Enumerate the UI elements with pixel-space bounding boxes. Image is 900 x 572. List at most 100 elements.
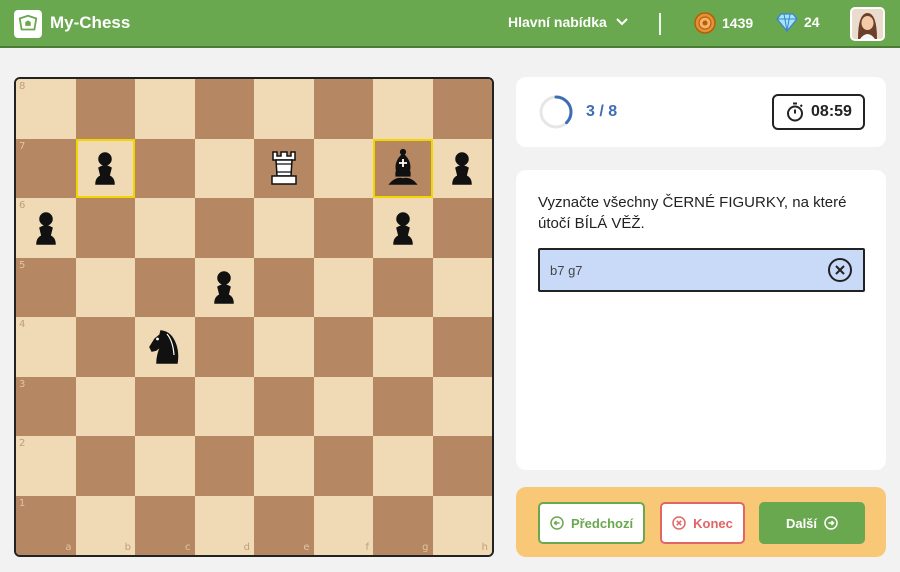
black-bishop-icon[interactable] <box>381 146 425 190</box>
square-b1[interactable]: b <box>75 495 135 555</box>
square-d3[interactable] <box>194 376 254 436</box>
square-b3[interactable] <box>75 376 135 436</box>
square-g5[interactable] <box>373 257 433 317</box>
arrow-right-circle-icon <box>824 516 838 530</box>
end-label: Konec <box>693 515 733 531</box>
square-d7[interactable] <box>194 138 254 198</box>
square-f1[interactable]: f <box>313 495 373 555</box>
square-g1[interactable]: g <box>373 495 433 555</box>
square-f5[interactable] <box>313 257 373 317</box>
square-a6[interactable]: 6 <box>16 198 76 258</box>
square-e3[interactable] <box>254 376 314 436</box>
square-c3[interactable] <box>135 376 195 436</box>
square-d1[interactable]: d <box>194 495 254 555</box>
app-title[interactable]: My-Chess <box>50 13 130 33</box>
square-g4[interactable] <box>373 317 433 377</box>
square-b5[interactable] <box>75 257 135 317</box>
square-c4[interactable] <box>135 317 195 377</box>
square-c5[interactable] <box>135 257 195 317</box>
square-d4[interactable] <box>194 317 254 377</box>
square-c1[interactable]: c <box>135 495 195 555</box>
square-a7[interactable]: 7 <box>16 138 76 198</box>
file-label: f <box>365 542 369 553</box>
square-f4[interactable] <box>313 317 373 377</box>
square-e5[interactable] <box>254 257 314 317</box>
square-h3[interactable] <box>432 376 492 436</box>
square-c8[interactable] <box>135 79 195 139</box>
square-b8[interactable] <box>75 79 135 139</box>
app-logo[interactable] <box>14 10 42 38</box>
next-label: Další <box>785 515 818 531</box>
arrow-left-circle-icon <box>550 516 564 530</box>
square-a2[interactable]: 2 <box>16 436 76 496</box>
square-h5[interactable] <box>432 257 492 317</box>
previous-label: Předchozí <box>570 515 634 531</box>
square-b6[interactable] <box>75 198 135 258</box>
square-g7[interactable] <box>373 138 433 198</box>
square-d6[interactable] <box>194 198 254 258</box>
user-avatar[interactable] <box>850 7 885 41</box>
stopwatch-icon <box>787 102 804 122</box>
square-h6[interactable] <box>432 198 492 258</box>
square-d8[interactable] <box>194 79 254 139</box>
square-h1[interactable]: h <box>432 495 492 555</box>
square-f2[interactable] <box>313 436 373 496</box>
square-e2[interactable] <box>254 436 314 496</box>
square-g8[interactable] <box>373 79 433 139</box>
file-label: d <box>243 542 250 553</box>
black-pawn-icon[interactable] <box>24 206 68 250</box>
rank-label: 5 <box>19 259 26 271</box>
square-b7[interactable] <box>75 138 135 198</box>
black-pawn-icon[interactable] <box>440 146 484 190</box>
clear-answer-icon[interactable] <box>827 257 853 283</box>
square-g2[interactable] <box>373 436 433 496</box>
rank-label: 3 <box>19 378 26 390</box>
square-h2[interactable] <box>432 436 492 496</box>
square-b4[interactable] <box>75 317 135 377</box>
chess-logo-icon <box>18 14 38 31</box>
rank-label: 8 <box>19 81 26 92</box>
previous-button[interactable]: Předchozí <box>538 502 645 544</box>
white-rook-icon[interactable] <box>262 146 306 190</box>
close-circle-icon <box>672 516 686 530</box>
rank-label: 1 <box>19 497 26 509</box>
black-pawn-icon[interactable] <box>202 265 246 309</box>
square-c6[interactable] <box>135 198 195 258</box>
square-b2[interactable] <box>75 436 135 496</box>
square-g6[interactable] <box>373 198 433 258</box>
square-a3[interactable]: 3 <box>16 376 76 436</box>
black-knight-icon[interactable] <box>143 325 187 369</box>
next-button[interactable]: Další <box>759 502 865 544</box>
navigation-panel: Předchozí Konec Další <box>516 487 886 557</box>
answer-value: b7 g7 <box>550 263 583 278</box>
square-f6[interactable] <box>313 198 373 258</box>
square-a1[interactable]: 1a <box>16 495 76 555</box>
square-e6[interactable] <box>254 198 314 258</box>
square-h8[interactable] <box>432 79 492 139</box>
file-label: h <box>481 542 488 553</box>
square-e4[interactable] <box>254 317 314 377</box>
answer-field[interactable]: b7 g7 <box>538 248 865 292</box>
square-a4[interactable]: 4 <box>16 317 76 377</box>
gem-balance: 24 <box>776 12 820 32</box>
square-e7[interactable] <box>254 138 314 198</box>
black-pawn-icon[interactable] <box>381 206 425 250</box>
main-menu-dropdown[interactable]: Hlavní nabídka <box>508 14 629 30</box>
end-button[interactable]: Konec <box>660 502 745 544</box>
square-f7[interactable] <box>313 138 373 198</box>
square-g3[interactable] <box>373 376 433 436</box>
square-d2[interactable] <box>194 436 254 496</box>
square-f8[interactable] <box>313 79 373 139</box>
square-e1[interactable]: e <box>254 495 314 555</box>
square-a5[interactable]: 5 <box>16 257 76 317</box>
square-e8[interactable] <box>254 79 314 139</box>
black-pawn-icon[interactable] <box>83 146 127 190</box>
square-h7[interactable] <box>432 138 492 198</box>
square-a8[interactable]: 8 <box>16 79 76 139</box>
square-f3[interactable] <box>313 376 373 436</box>
square-c7[interactable] <box>135 138 195 198</box>
square-c2[interactable] <box>135 436 195 496</box>
square-d5[interactable] <box>194 257 254 317</box>
rank-label: 4 <box>19 319 26 330</box>
square-h4[interactable] <box>432 317 492 377</box>
